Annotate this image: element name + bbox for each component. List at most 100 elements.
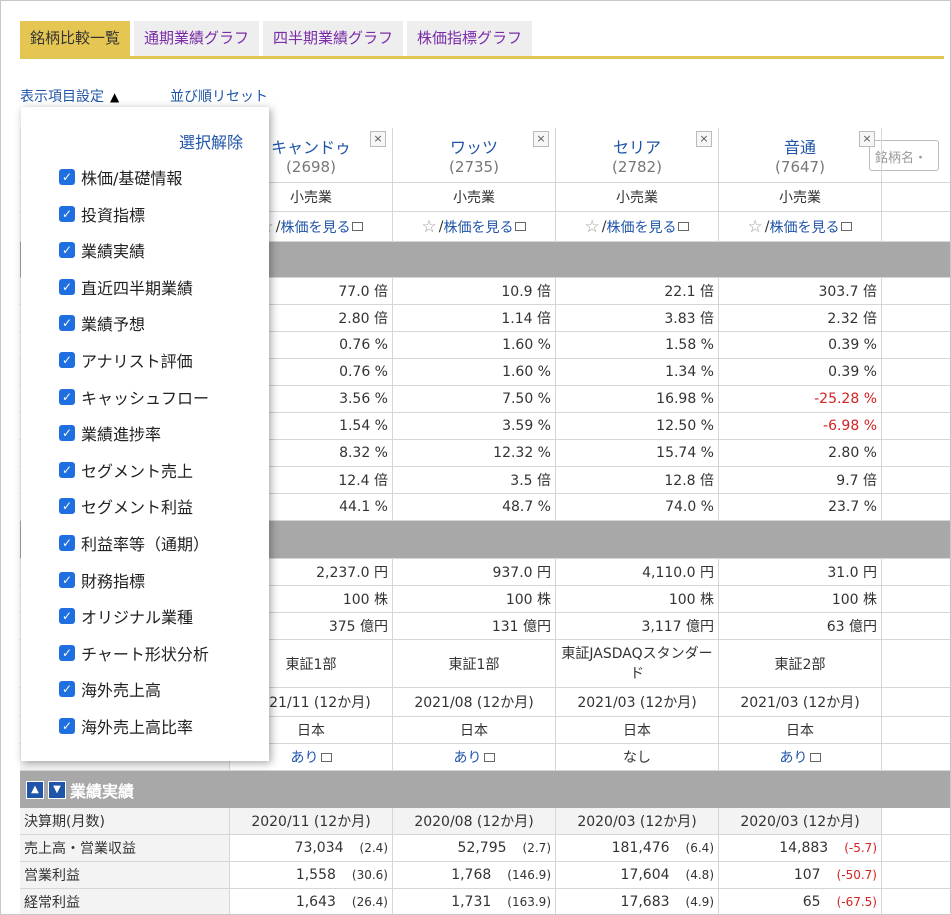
- basic-info-cell: 31.0 円: [719, 559, 882, 585]
- metric-cell: 74.0 %: [556, 494, 719, 520]
- clear-selection-link[interactable]: 選択解除: [179, 129, 243, 153]
- stock-code: (2698): [286, 158, 336, 176]
- basic-info-cell: 937.0 円: [393, 559, 556, 585]
- basic-info-cell: 131 億円: [393, 613, 556, 639]
- result-label: 営業利益: [20, 862, 230, 888]
- display-item-checkbox[interactable]: ✓ 海外売上高: [59, 677, 161, 701]
- display-item-checkbox[interactable]: ✓ オリジナル業種: [59, 604, 193, 628]
- view-price-link[interactable]: 株価を見る: [443, 217, 513, 237]
- metric-cell: -25.28 %: [719, 386, 882, 412]
- metric-cell: 3.59 %: [393, 413, 556, 439]
- sort-reset-link[interactable]: 並び順リセット: [170, 86, 268, 106]
- exists-link[interactable]: あり: [454, 747, 482, 767]
- exists-link[interactable]: あり: [780, 747, 808, 767]
- checkbox-checked-icon[interactable]: ✓: [59, 388, 75, 405]
- result-change: (2.4): [359, 841, 388, 855]
- metric-cell: 1.60 %: [393, 332, 556, 358]
- close-icon[interactable]: ×: [370, 131, 386, 147]
- checkbox-checked-icon[interactable]: ✓: [59, 278, 75, 295]
- checkbox-checked-icon[interactable]: ✓: [59, 205, 75, 222]
- page-frame: 銘柄比較一覧 通期業績グラフ 四半期業績グラフ 株価指標グラフ 表示項目設定 ▲ …: [0, 0, 951, 915]
- tab-comparison-list[interactable]: 銘柄比較一覧: [20, 21, 131, 56]
- display-item-label: 海外売上高比率: [81, 718, 194, 737]
- result-cell: 17,604 (4.8): [556, 862, 719, 888]
- checkbox-checked-icon[interactable]: ✓: [59, 352, 75, 368]
- basic-info-cell: 100 株: [556, 586, 719, 612]
- external-window-icon: [515, 222, 527, 231]
- display-item-label: 株価/基礎情報: [81, 169, 183, 188]
- checkbox-checked-icon[interactable]: ✓: [59, 315, 75, 332]
- results-section-header: ▲ ▼ 業績実績: [20, 771, 950, 808]
- checkbox-checked-icon[interactable]: ✓: [59, 169, 75, 185]
- favorite-star-icon[interactable]: ☆: [585, 217, 600, 237]
- display-item-checkbox[interactable]: ✓ キャッシュフロー: [59, 385, 209, 409]
- period-cell: 2020/03 (12か月): [719, 808, 882, 834]
- display-item-checkbox[interactable]: ✓ 投資指標: [59, 202, 145, 226]
- fiscal-cell: 2021/03 (12か月): [719, 688, 882, 716]
- display-item-checkbox[interactable]: ✓ 業績進捗率: [59, 421, 161, 445]
- display-item-checkbox[interactable]: ✓ 海外売上高比率: [59, 714, 193, 738]
- favorite-star-icon[interactable]: ☆: [748, 217, 763, 237]
- display-item-checkbox[interactable]: ✓ 業績予想: [59, 311, 145, 335]
- display-item-checkbox[interactable]: ✓ 利益率等（通期）: [59, 531, 209, 555]
- industry-cell: 小売業: [393, 183, 556, 211]
- result-change: (4.9): [685, 895, 714, 909]
- checkbox-checked-icon[interactable]: ✓: [59, 644, 75, 661]
- display-settings-link[interactable]: 表示項目設定: [20, 89, 104, 105]
- display-item-checkbox[interactable]: ✓ 財務指標: [59, 568, 145, 592]
- display-item-checkbox[interactable]: ✓ 業績実績: [59, 238, 145, 262]
- country-cell: 日本: [556, 717, 719, 743]
- display-item-checkbox[interactable]: ✓ セグメント利益: [59, 494, 193, 518]
- result-value: 14,883: [779, 840, 829, 856]
- close-icon[interactable]: ×: [696, 131, 712, 147]
- stock-name[interactable]: 音通: [784, 134, 816, 158]
- metric-cell: 0.39 %: [719, 332, 882, 358]
- metric-cell: 22.1 倍: [556, 278, 719, 304]
- move-up-icon[interactable]: ▲: [26, 780, 44, 799]
- display-item-checkbox[interactable]: ✓ チャート形状分析: [59, 641, 209, 665]
- stock-name[interactable]: キャンドゥ: [271, 134, 351, 158]
- display-item-checkbox[interactable]: ✓ 直近四半期業績: [59, 275, 193, 299]
- stock-code: (2735): [449, 158, 499, 176]
- display-item-checkbox[interactable]: ✓ 株価/基礎情報: [59, 165, 182, 189]
- close-icon[interactable]: ×: [533, 131, 549, 147]
- result-change: (163.9): [507, 895, 551, 909]
- result-row: 経常利益 1,643 (26.4) 1,731 (163.9) 17,683 (4.9) 65…: [20, 889, 950, 914]
- move-down-icon[interactable]: ▼: [48, 780, 66, 799]
- stock-name[interactable]: ワッツ: [450, 134, 498, 158]
- tab-quarterly-graph[interactable]: 四半期業績グラフ: [263, 21, 404, 56]
- checkbox-checked-icon[interactable]: ✓: [59, 425, 75, 442]
- checkbox-checked-icon[interactable]: ✓: [59, 718, 75, 734]
- display-item-label: 利益率等（通期）: [81, 535, 210, 554]
- industry-cell: 小売業: [719, 183, 882, 211]
- checkbox-checked-icon[interactable]: ✓: [59, 535, 75, 551]
- checkbox-checked-icon[interactable]: ✓: [59, 608, 75, 625]
- basic-info-cell: 100 株: [719, 586, 882, 612]
- favorite-star-icon[interactable]: ☆: [422, 217, 437, 237]
- metric-cell: 23.7 %: [719, 494, 882, 520]
- close-icon[interactable]: ×: [859, 131, 875, 147]
- checkbox-checked-icon[interactable]: ✓: [59, 242, 75, 259]
- tab-annual-graph[interactable]: 通期業績グラフ: [134, 21, 260, 56]
- stock-name[interactable]: セリア: [613, 134, 661, 158]
- display-item-checkbox[interactable]: ✓ アナリスト評価: [59, 348, 193, 372]
- display-item-label: 業績実績: [81, 242, 146, 262]
- view-price-link[interactable]: 株価を見る: [606, 217, 676, 237]
- display-item-label: セグメント売上: [81, 461, 194, 481]
- exists-link[interactable]: あり: [291, 747, 319, 767]
- result-change: (-5.7): [844, 841, 877, 855]
- metric-cell: 1.60 %: [393, 359, 556, 385]
- view-price-link[interactable]: 株価を見る: [769, 217, 839, 237]
- checkbox-checked-icon[interactable]: ✓: [59, 498, 75, 515]
- checkbox-checked-icon[interactable]: ✓: [59, 571, 75, 588]
- view-price-link[interactable]: 株価を見る: [280, 217, 350, 237]
- tab-stock-index-graph[interactable]: 株価指標グラフ: [407, 21, 533, 56]
- checkbox-checked-icon[interactable]: ✓: [59, 681, 75, 698]
- result-cell: 1,643 (26.4): [230, 889, 393, 914]
- display-item-checkbox[interactable]: ✓ セグメント売上: [59, 458, 193, 482]
- result-value: 1,768: [451, 867, 492, 883]
- checkbox-checked-icon[interactable]: ✓: [59, 461, 75, 478]
- metric-cell: 9.7 倍: [719, 467, 882, 493]
- caret-up-icon[interactable]: ▲: [110, 90, 119, 104]
- stock-column-header: × 音通 (7647): [719, 128, 882, 182]
